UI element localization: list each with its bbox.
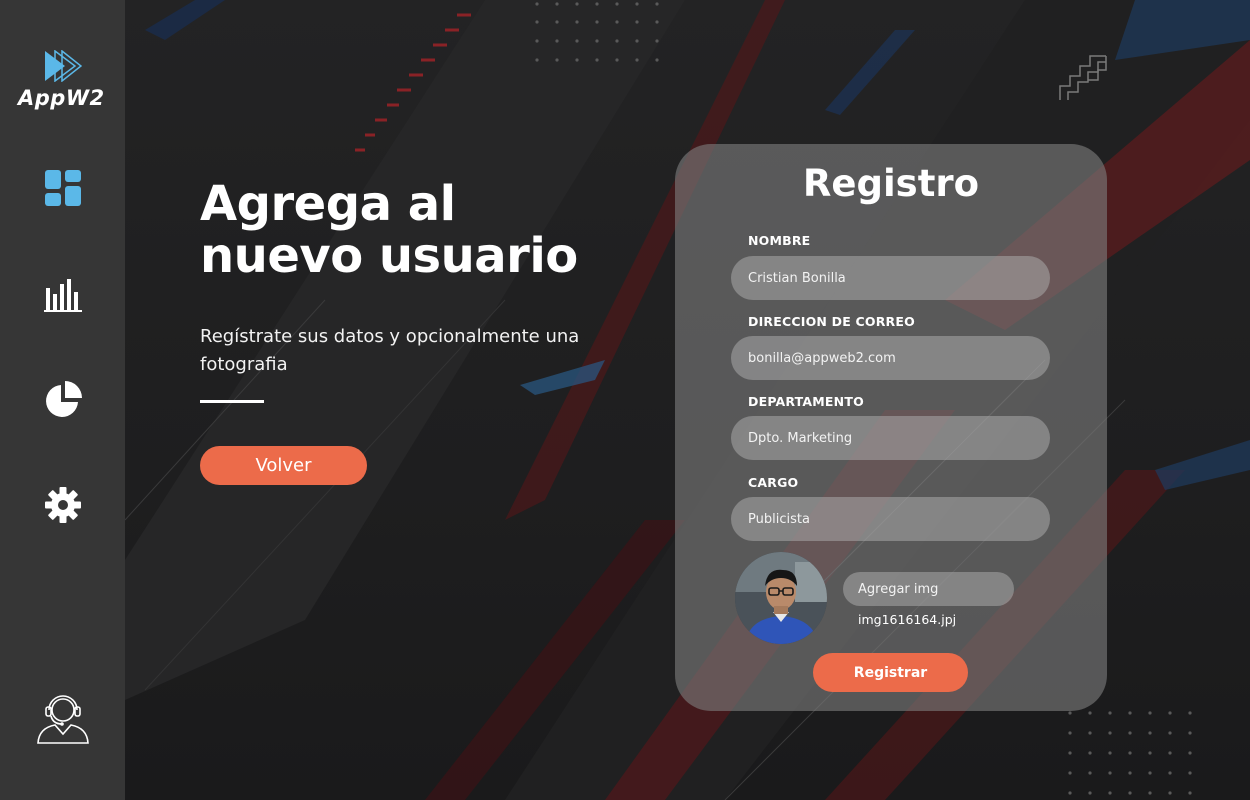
app-name: AppW2 (18, 86, 105, 110)
app-logo[interactable]: AppW2 (18, 50, 108, 112)
name-field[interactable] (731, 256, 1050, 300)
pie-chart-icon[interactable] (44, 381, 82, 419)
department-field[interactable] (731, 416, 1050, 460)
email-field[interactable] (731, 336, 1050, 380)
file-name: img1616164.jpj (858, 612, 957, 627)
hero-divider (200, 400, 264, 403)
hero-title-line2: nuevo usuario (200, 228, 578, 284)
register-button[interactable]: Registrar (813, 653, 968, 692)
gear-icon[interactable] (44, 486, 82, 524)
dashboard-icon[interactable] (44, 169, 82, 207)
hero-title: Agrega al nuevo usuario (200, 178, 640, 282)
back-button[interactable]: Volver (200, 446, 367, 485)
department-label: DEPARTAMENTO (748, 394, 864, 409)
name-label: NOMBRE (748, 233, 811, 248)
email-label: DIRECCION DE CORREO (748, 314, 915, 329)
avatar (735, 552, 827, 644)
logo-icon (45, 50, 82, 82)
support-agent-icon[interactable] (35, 692, 91, 744)
position-field[interactable] (731, 497, 1050, 541)
position-label: CARGO (748, 475, 799, 490)
form-title: Registro (802, 162, 980, 205)
steps-decoration-icon (1059, 55, 1107, 100)
dot-grid-bottom (1068, 711, 1192, 795)
add-image-button[interactable]: Agregar img (843, 572, 1014, 606)
registration-card: Registro NOMBRE DIRECCION DE CORREO DEPA… (675, 144, 1107, 711)
user-photo (735, 552, 827, 644)
hero-subtitle: Regístrate sus datos y opcionalmente una… (200, 326, 580, 375)
dot-grid-top (535, 2, 659, 62)
bar-chart-icon[interactable] (44, 276, 82, 314)
hero-title-line1: Agrega al (200, 176, 456, 232)
sidebar: AppW2 (0, 0, 125, 800)
